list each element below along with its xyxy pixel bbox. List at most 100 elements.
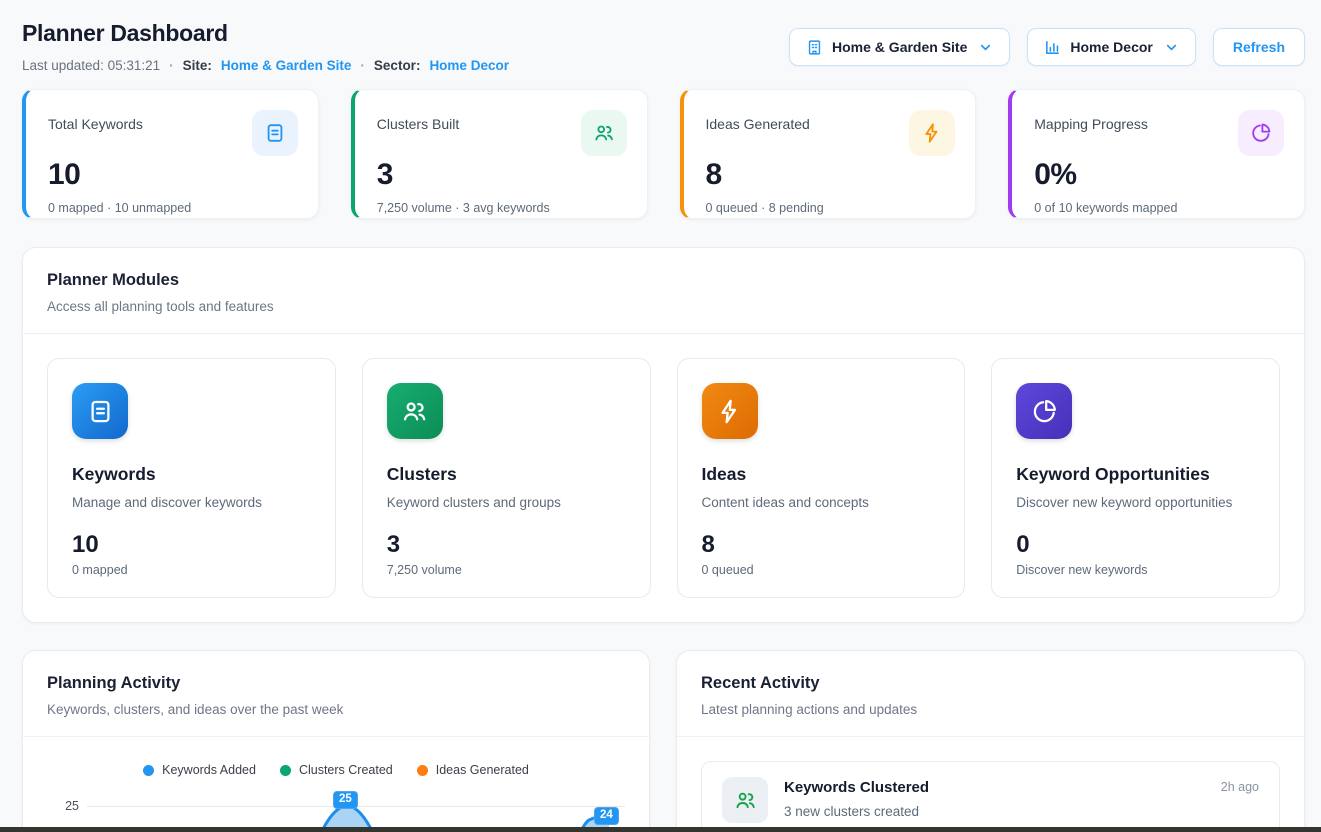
module-sub: 0 queued (702, 563, 941, 577)
chart-legend: Keywords Added Clusters Created Ideas Ge… (47, 763, 625, 777)
sector-label: Sector: (374, 58, 421, 73)
bottom-edge-bar (0, 827, 1321, 832)
activity-item-main: Keywords Clustered 3 new clusters create… (784, 777, 1205, 819)
refresh-button[interactable]: Refresh (1213, 28, 1305, 66)
module-sub: 0 mapped (72, 563, 311, 577)
stat-card-mapping-progress: Mapping Progress 0% 0 of 10 keywords map… (1008, 89, 1305, 219)
legend-label: Ideas Generated (436, 763, 529, 777)
stat-card-ideas-generated: Ideas Generated 8 0 queued · 8 pending (680, 89, 977, 219)
stat-value: 8 (706, 158, 956, 192)
stat-label: Total Keywords (48, 110, 143, 132)
meta-separator: · (360, 58, 365, 73)
module-card-clusters[interactable]: Clusters Keyword clusters and groups 3 7… (362, 358, 651, 598)
planning-activity-subtitle: Keywords, clusters, and ideas over the p… (47, 702, 625, 717)
module-description: Content ideas and concepts (702, 495, 941, 510)
modules-panel-subtitle: Access all planning tools and features (47, 299, 1280, 314)
legend-label: Clusters Created (299, 763, 393, 777)
activity-item-title: Keywords Clustered (784, 779, 1205, 796)
module-title: Ideas (702, 464, 941, 485)
module-sub: Discover new keywords (1016, 563, 1255, 577)
module-sub: 7,250 volume (387, 563, 626, 577)
lightning-icon (909, 110, 955, 156)
activity-item-keywords-clustered: Keywords Clustered 3 new clusters create… (701, 761, 1280, 832)
stat-sub: 0 of 10 keywords mapped (1034, 201, 1284, 215)
header-actions: Home & Garden Site Home Decor Refresh (789, 28, 1305, 66)
module-description: Discover new keyword opportunities (1016, 495, 1255, 510)
modules-panel-title: Planner Modules (47, 271, 1280, 290)
planning-activity-panel: Planning Activity Keywords, clusters, an… (22, 650, 650, 832)
site-selector-label: Home & Garden Site (832, 39, 967, 55)
stat-card-top: Clusters Built (377, 110, 627, 156)
stat-sub: 0 queued · 8 pending (706, 201, 956, 215)
stat-card-total-keywords: Total Keywords 10 0 mapped · 10 unmapped (22, 89, 319, 219)
topbar: Planner Dashboard Last updated: 05:31:21… (22, 20, 1305, 73)
stat-sub: 0 mapped · 10 unmapped (48, 201, 298, 215)
last-updated-text: Last updated: 05:31:21 (22, 58, 160, 73)
stat-card-clusters-built: Clusters Built 3 7,250 volume · 3 avg ke… (351, 89, 648, 219)
site-selector-dropdown[interactable]: Home & Garden Site (789, 28, 1010, 66)
stat-value: 0% (1034, 158, 1284, 192)
planner-modules-panel: Planner Modules Access all planning tool… (22, 247, 1305, 623)
legend-dot (280, 765, 291, 776)
document-icon (252, 110, 298, 156)
legend-item-keywords-added[interactable]: Keywords Added (143, 763, 256, 777)
module-value: 3 (387, 531, 626, 559)
module-description: Manage and discover keywords (72, 495, 311, 510)
planning-activity-chart: Keywords Added Clusters Created Ideas Ge… (23, 737, 649, 832)
site-label: Site: (183, 58, 212, 73)
module-value: 0 (1016, 531, 1255, 559)
page-title: Planner Dashboard (22, 20, 509, 47)
module-card-ideas[interactable]: Ideas Content ideas and concepts 8 0 que… (677, 358, 966, 598)
header-left: Planner Dashboard Last updated: 05:31:21… (22, 20, 509, 73)
users-icon (387, 383, 443, 439)
stat-value: 10 (48, 158, 298, 192)
stat-label: Clusters Built (377, 110, 459, 132)
module-description: Keyword clusters and groups (387, 495, 626, 510)
users-icon (581, 110, 627, 156)
meta-separator: · (169, 58, 174, 73)
recent-activity-subtitle: Latest planning actions and updates (701, 702, 1280, 717)
modules-panel-header: Planner Modules Access all planning tool… (23, 248, 1304, 334)
legend-dot (417, 765, 428, 776)
activity-item-time: 2h ago (1221, 777, 1259, 794)
planner-dashboard-page: Planner Dashboard Last updated: 05:31:21… (0, 0, 1321, 832)
module-title: Clusters (387, 464, 626, 485)
pie-chart-icon (1016, 383, 1072, 439)
legend-item-clusters-created[interactable]: Clusters Created (280, 763, 393, 777)
chevron-down-icon (978, 40, 993, 55)
stat-card-top: Mapping Progress (1034, 110, 1284, 156)
document-icon (72, 383, 128, 439)
planning-activity-title: Planning Activity (47, 674, 625, 693)
module-value: 10 (72, 531, 311, 559)
sector-link[interactable]: Home Decor (429, 58, 509, 73)
module-card-keywords[interactable]: Keywords Manage and discover keywords 10… (47, 358, 336, 598)
module-title: Keyword Opportunities (1016, 464, 1255, 485)
sector-selector-label: Home Decor (1070, 39, 1152, 55)
header-meta: Last updated: 05:31:21 · Site: Home & Ga… (22, 58, 509, 73)
stat-label: Ideas Generated (706, 110, 810, 132)
activity-area-chart: 25 25 24 (47, 783, 625, 832)
bar-chart-icon (1044, 39, 1061, 56)
modules-grid: Keywords Manage and discover keywords 10… (23, 334, 1304, 622)
users-icon (722, 777, 768, 823)
stat-value: 3 (377, 158, 627, 192)
legend-label: Keywords Added (162, 763, 256, 777)
data-label-25: 25 (333, 791, 358, 809)
recent-activity-panel: Recent Activity Latest planning actions … (676, 650, 1305, 832)
stat-card-top: Total Keywords (48, 110, 298, 156)
recent-activity-list: Keywords Clustered 3 new clusters create… (677, 737, 1304, 832)
stat-label: Mapping Progress (1034, 110, 1148, 132)
activity-item-description: 3 new clusters created (784, 804, 1205, 819)
bottom-row: Planning Activity Keywords, clusters, an… (22, 650, 1305, 832)
sector-selector-dropdown[interactable]: Home Decor (1027, 28, 1195, 66)
pie-chart-icon (1238, 110, 1284, 156)
legend-item-ideas-generated[interactable]: Ideas Generated (417, 763, 529, 777)
legend-dot (143, 765, 154, 776)
stat-card-top: Ideas Generated (706, 110, 956, 156)
stats-row: Total Keywords 10 0 mapped · 10 unmapped… (22, 89, 1305, 219)
module-card-keyword-opportunities[interactable]: Keyword Opportunities Discover new keywo… (991, 358, 1280, 598)
lightning-icon (702, 383, 758, 439)
refresh-label: Refresh (1233, 39, 1285, 55)
building-icon (806, 39, 823, 56)
site-link[interactable]: Home & Garden Site (221, 58, 352, 73)
